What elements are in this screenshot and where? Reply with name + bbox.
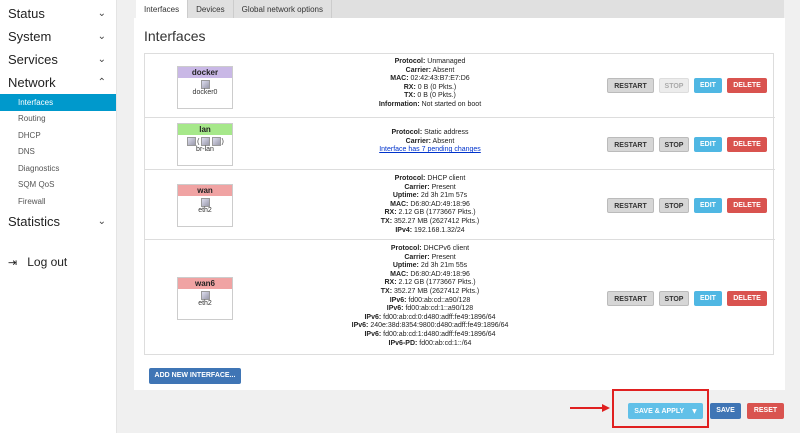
network-device-icon (200, 80, 210, 89)
nav-status-label: Status (8, 6, 45, 21)
nav-statistics[interactable]: Statistics ⌄ (0, 210, 116, 233)
device-name: eth2 (198, 300, 212, 307)
interface-name: lan (178, 124, 232, 135)
stop-button[interactable]: STOP (659, 291, 689, 306)
interface-info: Protocol: Static address Carrier: Absent… (295, 129, 565, 155)
add-new-interface-button[interactable]: ADD NEW INTERFACE... (149, 368, 241, 384)
interface-name: wan (178, 185, 232, 196)
interface-name: docker (178, 67, 232, 78)
sidebar-item-firewall[interactable]: Firewall (0, 193, 116, 210)
chevron-up-icon: ⌃ (97, 77, 106, 88)
tab-devices[interactable]: Devices (188, 0, 234, 18)
logout-link[interactable]: ⇥ Log out (8, 255, 67, 269)
restart-button[interactable]: RESTART (607, 78, 654, 93)
main-content: Interfaces docker docker0 Protocol: Unma… (134, 18, 785, 390)
nav-services[interactable]: Services ⌄ (0, 48, 116, 71)
interfaces-table: docker docker0 Protocol: Unmanaged Carri… (144, 53, 775, 356)
save-and-apply-button[interactable]: SAVE & APPLY ▼ (628, 403, 703, 419)
nav-system-label: System (8, 29, 52, 44)
tab-global-network-options[interactable]: Global network options (234, 0, 332, 18)
tab-bar: Interfaces Devices Global network option… (136, 0, 784, 18)
device-name: br-lan (196, 146, 214, 153)
save-and-apply-label: SAVE & APPLY (634, 407, 685, 415)
stop-button[interactable]: STOP (659, 198, 689, 213)
interface-badge: wan6 eth2 (177, 277, 233, 320)
interface-badge: wan eth2 (177, 184, 233, 227)
edit-button[interactable]: EDIT (694, 78, 722, 93)
delete-button[interactable]: DELETE (727, 78, 767, 93)
delete-button[interactable]: DELETE (727, 291, 767, 306)
interface-row-lan: lan () br-lan Protocol: Static address C… (145, 117, 775, 169)
nav-system[interactable]: System ⌄ (0, 25, 116, 48)
chevron-down-icon: ⌄ (97, 54, 106, 65)
chevron-down-icon: ⌄ (97, 31, 106, 42)
sidebar: Status ⌄ System ⌄ Services ⌄ Network ⌃ I… (0, 0, 117, 433)
network-device-icon (200, 137, 210, 146)
nav-statistics-label: Statistics (8, 213, 61, 229)
pending-changes-link[interactable]: Interface has 7 pending changes (295, 146, 565, 155)
stop-button[interactable]: STOP (659, 137, 689, 152)
logout-icon: ⇥ (8, 255, 18, 269)
interface-info: Protocol: DHCPv6 client Carrier: Present… (351, 245, 509, 347)
interface-row-wan6: wan6 eth2 Protocol: DHCPv6 client Carrie… (145, 239, 775, 356)
nav-status[interactable]: Status ⌄ (0, 2, 116, 25)
chevron-down-icon: ⌄ (97, 8, 106, 19)
device-name: docker0 (192, 89, 218, 96)
sidebar-item-interfaces[interactable]: Interfaces (0, 94, 116, 111)
restart-button[interactable]: RESTART (607, 198, 654, 213)
sidebar-item-dns[interactable]: DNS (0, 144, 116, 161)
network-device-icon (200, 291, 210, 300)
edit-button[interactable]: EDIT (694, 291, 722, 306)
restart-button[interactable]: RESTART (607, 291, 654, 306)
save-button[interactable]: SAVE (710, 403, 741, 419)
chevron-down-icon: ⌄ (97, 215, 106, 227)
interface-row-docker: docker docker0 Protocol: Unmanaged Carri… (145, 54, 775, 117)
sidebar-item-routing[interactable]: Routing (0, 111, 116, 128)
interface-row-wan: wan eth2 Protocol: DHCP client Carrier: … (145, 169, 775, 239)
interface-name: wan6 (178, 278, 232, 289)
interface-badge: lan () br-lan (177, 123, 233, 166)
network-device-icon (187, 137, 197, 146)
tab-interfaces[interactable]: Interfaces (136, 0, 189, 18)
sidebar-item-dhcp[interactable]: DHCP (0, 127, 116, 144)
sidebar-item-sqm-qos[interactable]: SQM QoS (0, 177, 116, 194)
interface-badge: docker docker0 (177, 66, 233, 109)
device-name: eth2 (198, 207, 212, 214)
interface-info: Protocol: Unmanaged Carrier: Absent MAC:… (378, 58, 482, 108)
network-device-icon (200, 198, 210, 207)
delete-button[interactable]: DELETE (727, 137, 767, 152)
interface-info: Protocol: DHCP client Carrier: Present U… (380, 175, 480, 234)
sidebar-item-diagnostics[interactable]: Diagnostics (0, 160, 116, 177)
caret-down-icon[interactable]: ▼ (692, 408, 697, 415)
nav-services-label: Services (8, 52, 58, 67)
stop-button[interactable]: STOP (659, 78, 689, 93)
reset-button[interactable]: RESET (747, 403, 784, 419)
annotation-arrow-icon (570, 404, 610, 412)
edit-button[interactable]: EDIT (694, 198, 722, 213)
nav-network[interactable]: Network ⌃ (0, 71, 116, 94)
restart-button[interactable]: RESTART (607, 137, 654, 152)
page-title: Interfaces (144, 28, 206, 44)
logout-label: Log out (27, 255, 68, 269)
delete-button[interactable]: DELETE (727, 198, 767, 213)
network-device-icon (211, 137, 221, 146)
nav-network-label: Network (8, 75, 56, 90)
edit-button[interactable]: EDIT (694, 137, 722, 152)
